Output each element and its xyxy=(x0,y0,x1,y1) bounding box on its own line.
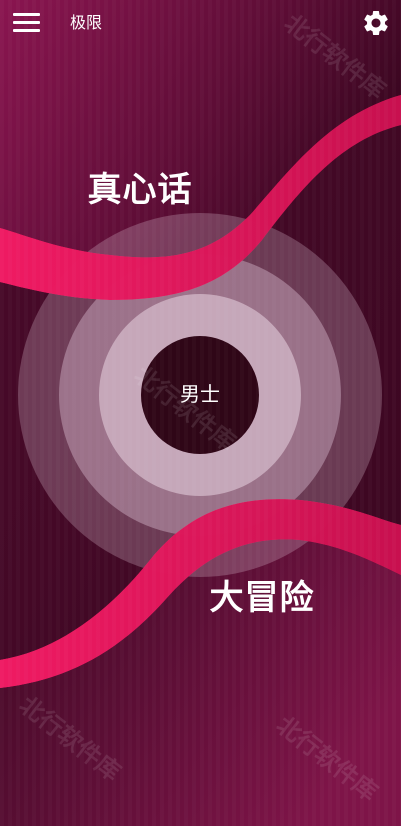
app-header: 极限 xyxy=(0,0,401,46)
hamburger-menu-icon[interactable] xyxy=(12,11,42,35)
center-label: 男士 xyxy=(180,382,220,406)
truth-button[interactable]: 真心话 xyxy=(70,168,210,212)
page-title: 极限 xyxy=(70,13,103,32)
gender-select-button[interactable]: 男士 xyxy=(141,336,259,454)
dare-button[interactable]: 大冒险 xyxy=(192,576,332,620)
gear-icon[interactable] xyxy=(361,8,391,38)
app-screen: 北行软件库 北行软件库 北行软件库 北行软件库 极限 真心话 男士 大冒险 xyxy=(0,0,401,826)
